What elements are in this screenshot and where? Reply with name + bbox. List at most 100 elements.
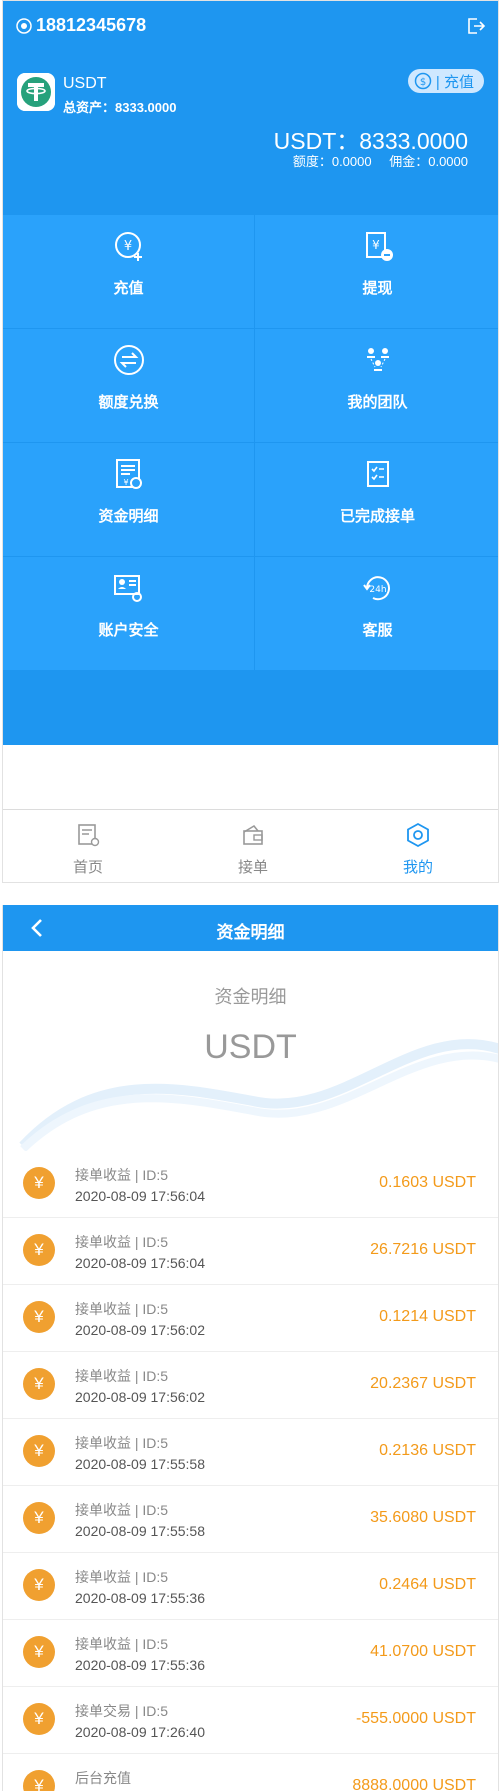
svg-text:¥: ¥ [123, 239, 131, 254]
details-banner: 资金明细 USDT [3, 951, 498, 1151]
record-list: ¥ 接单收益 | ID:5 2020-08-09 17:56:04 0.1603 US… [3, 1151, 498, 1791]
my-account-screen: 18812345678 USDT 总资产：8333.0000 $ | 充值 US… [2, 0, 499, 883]
record-row[interactable]: ¥ 接单收益 | ID:5 2020-08-09 17:56:02 0.1214 US… [3, 1285, 498, 1352]
account-header: 18812345678 USDT 总资产：8333.0000 $ | 充值 US… [3, 1, 498, 215]
menu-label: 提现 [362, 280, 393, 297]
record-title: 接单收益 | ID:5 [75, 1301, 169, 1317]
recharge-button[interactable]: $ | 充值 [407, 69, 484, 93]
yen-coin-icon: ¥ [23, 1435, 55, 1467]
record-row[interactable]: ¥ 接单收益 | ID:5 2020-08-09 17:56:04 0.1603 US… [3, 1151, 498, 1218]
record-row[interactable]: ¥ 接单收益 | ID:5 2020-08-09 17:55:58 35.6080 U… [3, 1486, 498, 1553]
record-row[interactable]: ¥ 接单收益 | ID:5 2020-08-09 17:56:04 26.7216 U… [3, 1218, 498, 1285]
quota-value: 额度：0.0000 [292, 154, 372, 169]
yen-coin-icon: ¥ [23, 1368, 55, 1400]
yen-coin-icon: ¥ [23, 1301, 55, 1333]
completed-orders-icon [366, 461, 389, 487]
record-amount: 0.1214 USDT [379, 1308, 476, 1325]
menu-label: 账户安全 [98, 622, 159, 639]
menu-label: 客服 [362, 622, 393, 639]
page-title: 资金明细 [216, 923, 285, 942]
phone-row: 18812345678 [16, 15, 146, 36]
record-title: 接单收益 | ID:5 [75, 1636, 169, 1652]
record-row[interactable]: ¥ 接单收益 | ID:5 2020-08-09 17:55:36 0.2464 US… [3, 1553, 498, 1620]
banner-subtitle: 资金明细 [214, 987, 287, 1007]
record-row[interactable]: ¥ 接单收益 | ID:5 2020-08-09 17:55:36 41.0700 U… [3, 1620, 498, 1687]
recharge-icon: ¥ [114, 232, 142, 261]
menu-quota-exchange[interactable]: 额度兑换 [3, 329, 254, 442]
menu-my-team[interactable]: 我的团队 [255, 329, 498, 442]
record-amount: 20.2367 USDT [370, 1375, 476, 1392]
record-row[interactable]: ¥ 后台充值 8888.0000 USDT [3, 1754, 498, 1791]
menu-completed-orders[interactable]: 已完成接单 [255, 443, 498, 556]
phone-number: 18812345678 [36, 15, 147, 35]
yen-coin-icon: ¥ [23, 1569, 55, 1601]
tab-home[interactable]: 首页 [8, 810, 168, 882]
tab-label: 我的 [402, 859, 433, 876]
record-time: 2020-08-09 17:56:04 [75, 1255, 205, 1271]
record-time: 2020-08-09 17:55:36 [75, 1590, 205, 1606]
record-title: 接单收益 | ID:5 [75, 1502, 169, 1518]
menu-account-security[interactable]: 账户安全 [3, 557, 254, 670]
svg-text:¥: ¥ [123, 478, 128, 487]
yen-coin-icon: ¥ [23, 1770, 55, 1791]
wallet-icon [243, 824, 263, 845]
yen-coin-icon: ¥ [23, 1234, 55, 1266]
menu-withdraw[interactable]: ¥ 提现 [255, 215, 498, 328]
record-title: 后台充值 [75, 1770, 131, 1786]
record-time: 2020-08-09 17:56:02 [75, 1322, 205, 1338]
total-assets: 总资产：8333.0000 [63, 100, 177, 115]
tab-mine[interactable]: 我的 [338, 810, 498, 882]
menu-label: 资金明细 [98, 508, 159, 525]
home-icon [78, 824, 100, 847]
record-time: 2020-08-09 17:55:58 [75, 1456, 205, 1472]
nav-bar: 资金明细 [3, 905, 498, 951]
record-amount: -555.0000 USDT [355, 1710, 476, 1727]
user-status-icon [16, 17, 32, 34]
record-title: 接单收益 | ID:5 [75, 1234, 169, 1250]
record-amount: 26.7216 USDT [370, 1241, 476, 1258]
yen-coin-icon: ¥ [23, 1167, 55, 1199]
team-icon [366, 348, 389, 371]
bottom-tab-bar: 首页 接单 我的 [3, 809, 498, 882]
balance-sub: 额度：0.0000 佣金：0.0000 [293, 151, 468, 170]
record-time: 2020-08-09 17:26:40 [75, 1724, 205, 1740]
profile-icon [407, 822, 429, 848]
record-row[interactable]: ¥ 接单收益 | ID:5 2020-08-09 17:55:58 0.2136 US… [3, 1419, 498, 1486]
coin-name: USDT [63, 75, 107, 92]
record-time: 2020-08-09 17:55:58 [75, 1523, 205, 1539]
svg-text:24h: 24h [369, 585, 386, 595]
commission-value: 佣金：0.0000 [389, 154, 468, 169]
menu-customer-service[interactable]: 24h 客服 [255, 557, 498, 670]
customer-service-icon: 24h [362, 576, 390, 601]
record-row[interactable]: ¥ 接单交易 | ID:5 2020-08-09 17:26:40 -555.0000… [3, 1687, 498, 1754]
record-amount: 0.2464 USDT [379, 1576, 476, 1593]
menu-label: 我的团队 [347, 394, 408, 411]
tab-label: 接单 [237, 859, 268, 876]
record-title: 接单收益 | ID:5 [75, 1569, 169, 1585]
record-row[interactable]: ¥ 接单收益 | ID:5 2020-08-09 17:56:02 20.2367 U… [3, 1352, 498, 1419]
record-amount: 0.2136 USDT [379, 1442, 476, 1459]
logout-icon[interactable] [466, 16, 486, 36]
yen-coin-icon: ¥ [23, 1636, 55, 1668]
withdraw-icon: ¥ [365, 232, 393, 261]
statement-icon: ¥ [115, 459, 142, 489]
record-time: 2020-08-09 17:56:04 [75, 1188, 205, 1204]
function-grid: ¥ 充值 ¥ 提现 额度兑换 我的团队 ¥ 资金明细 已完成接单 账户安全 24… [3, 215, 498, 671]
menu-recharge[interactable]: ¥ 充值 [3, 215, 254, 328]
wave-decoration [19, 1039, 498, 1151]
menu-capital-details[interactable]: ¥ 资金明细 [3, 443, 254, 556]
yen-coin-icon: ¥ [23, 1703, 55, 1735]
exchange-icon [113, 345, 144, 375]
record-amount: 41.0700 USDT [370, 1643, 476, 1660]
record-title: 接单交易 | ID:5 [75, 1703, 169, 1719]
menu-label: 充值 [113, 280, 144, 297]
header-bottom-band [3, 671, 498, 745]
record-time: 2020-08-09 17:55:36 [75, 1657, 205, 1673]
record-time: 2020-08-09 17:56:02 [75, 1389, 205, 1405]
record-amount: 35.6080 USDT [370, 1509, 476, 1526]
tab-orders[interactable]: 接单 [173, 810, 333, 882]
record-title: 接单收益 | ID:5 [75, 1368, 169, 1384]
record-title: 接单收益 | ID:5 [75, 1435, 169, 1451]
svg-text:$: $ [420, 77, 426, 88]
record-amount: 8888.0000 USDT [352, 1777, 476, 1791]
